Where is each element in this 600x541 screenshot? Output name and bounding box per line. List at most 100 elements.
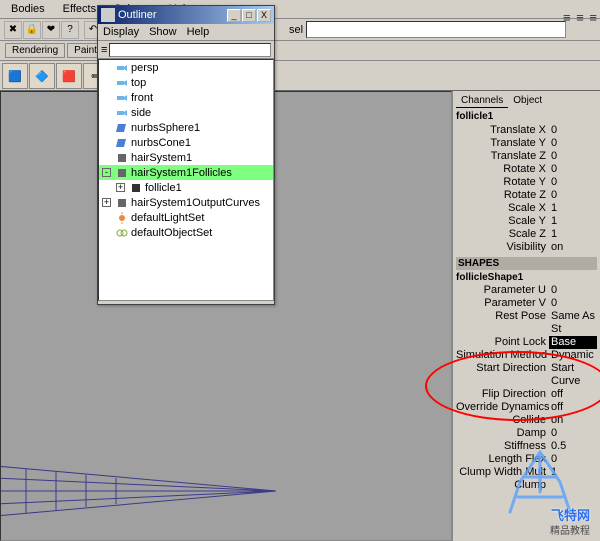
- attr-value[interactable]: Same As St: [549, 310, 597, 336]
- outliner-item-nurbsSphere1[interactable]: nurbsSphere1: [99, 120, 273, 135]
- attr-scale-y[interactable]: Scale Y1: [456, 215, 597, 228]
- attr-translate-y[interactable]: Translate Y0: [456, 137, 597, 150]
- attr-value[interactable]: 0: [549, 189, 597, 202]
- follicle-icon: [129, 181, 143, 195]
- menu-bodies[interactable]: Bodies: [8, 2, 48, 16]
- attr-simulation-method[interactable]: Simulation MethodDynamic: [456, 349, 597, 362]
- expand-icon[interactable]: +: [116, 183, 125, 192]
- outliner-item-front[interactable]: front: [99, 90, 273, 105]
- attr-start-direction[interactable]: Start DirectionStart Curve: [456, 362, 597, 388]
- tool-btn[interactable]: ❤: [42, 21, 60, 39]
- attr-stiffness[interactable]: Stiffness0.5: [456, 440, 597, 453]
- shape-name[interactable]: follicleShape1: [456, 272, 597, 283]
- attr-translate-z[interactable]: Translate Z0: [456, 150, 597, 163]
- expand-icon[interactable]: -: [102, 168, 111, 177]
- attr-label: Clump: [456, 479, 549, 492]
- filter-input[interactable]: [109, 43, 271, 57]
- attr-value[interactable]: 0: [549, 150, 597, 163]
- attr-value[interactable]: 0: [549, 284, 597, 297]
- attr-value[interactable]: 0: [549, 124, 597, 137]
- attr-collide[interactable]: Collideon: [456, 414, 597, 427]
- menu-effects[interactable]: Effects: [60, 2, 99, 16]
- attr-value[interactable]: on: [549, 414, 597, 427]
- shelf-icon[interactable]: 🟥: [56, 63, 82, 89]
- node-name[interactable]: follicle1: [456, 111, 597, 122]
- attr-value[interactable]: 0: [549, 176, 597, 189]
- attr-value[interactable]: 1: [549, 202, 597, 215]
- attr-rest-pose[interactable]: Rest PoseSame As St: [456, 310, 597, 336]
- attr-rotate-z[interactable]: Rotate Z0: [456, 189, 597, 202]
- outliner-titlebar[interactable]: Outliner _ □ X: [98, 6, 274, 24]
- tool-btn[interactable]: ✖: [4, 21, 22, 39]
- menu-display[interactable]: Display: [103, 26, 139, 38]
- attr-rotate-x[interactable]: Rotate X0: [456, 163, 597, 176]
- tool-btn[interactable]: 🔒: [23, 21, 41, 39]
- attr-value[interactable]: Dynamic: [549, 349, 597, 362]
- attr-value[interactable]: 0: [549, 297, 597, 310]
- attr-scale-x[interactable]: Scale X1: [456, 202, 597, 215]
- attr-label: Translate X: [456, 124, 549, 137]
- attr-damp[interactable]: Damp0: [456, 427, 597, 440]
- shelf-tab-rendering[interactable]: Rendering: [5, 43, 65, 58]
- shelf-icon[interactable]: 🟦: [2, 63, 28, 89]
- channel-box: Channels Object follicle1 Translate X0Tr…: [452, 91, 600, 541]
- attr-translate-x[interactable]: Translate X0: [456, 124, 597, 137]
- outliner-item-defaultObjectSet[interactable]: defaultObjectSet: [99, 225, 273, 240]
- light-icon: [115, 211, 129, 225]
- outliner-item-nurbsCone1[interactable]: nurbsCone1: [99, 135, 273, 150]
- attr-flip-direction[interactable]: Flip Directionoff: [456, 388, 597, 401]
- outliner-item-persp[interactable]: persp: [99, 60, 273, 75]
- mesh-icon: [115, 151, 129, 165]
- menu-show[interactable]: Show: [149, 26, 177, 38]
- attr-value[interactable]: 0: [549, 163, 597, 176]
- outliner-item-top[interactable]: top: [99, 75, 273, 90]
- outliner-item-defaultLightSet[interactable]: defaultLightSet: [99, 210, 273, 225]
- attr-value[interactable]: 1: [549, 215, 597, 228]
- item-label: follicle1: [145, 182, 182, 194]
- selection-input[interactable]: [306, 21, 566, 38]
- attr-point-lock[interactable]: Point LockBase: [456, 336, 597, 349]
- outliner-window: Outliner _ □ X Display Show Help ≡ persp…: [97, 5, 275, 305]
- tool-btn[interactable]: ?: [61, 21, 79, 39]
- item-label: nurbsSphere1: [131, 122, 200, 134]
- attr-value[interactable]: Base: [549, 336, 597, 349]
- filter-icon[interactable]: ≡: [101, 44, 107, 56]
- close-button[interactable]: X: [257, 9, 271, 22]
- tab-channels[interactable]: Channels: [456, 94, 508, 108]
- outliner-item-hairSystem1[interactable]: hairSystem1: [99, 150, 273, 165]
- attr-parameter-v[interactable]: Parameter V0: [456, 297, 597, 310]
- attr-parameter-u[interactable]: Parameter U0: [456, 284, 597, 297]
- attr-value[interactable]: on: [549, 241, 597, 254]
- outliner-item-follicle1[interactable]: + follicle1: [99, 180, 273, 195]
- outliner-item-hairSystem1Follicles[interactable]: -hairSystem1Follicles: [99, 165, 273, 180]
- attr-value[interactable]: 0: [549, 137, 597, 150]
- attr-override-dynamics[interactable]: Override Dynamicsoff: [456, 401, 597, 414]
- shelf-icon[interactable]: 🔷: [29, 63, 55, 89]
- attr-value[interactable]: 0.5: [549, 440, 597, 453]
- attr-value[interactable]: 1: [549, 466, 597, 479]
- tab-object[interactable]: Object: [508, 94, 547, 108]
- minimize-button[interactable]: _: [227, 9, 241, 22]
- attr-scale-z[interactable]: Scale Z1: [456, 228, 597, 241]
- panel-toggle-icons[interactable]: ≡ ≡ ≡: [563, 10, 598, 25]
- maximize-button[interactable]: □: [242, 9, 256, 22]
- attr-value[interactable]: 1: [549, 228, 597, 241]
- attr-label: Scale Y: [456, 215, 549, 228]
- attr-value[interactable]: 0: [549, 453, 597, 466]
- attr-label: Start Direction: [456, 362, 549, 388]
- attr-clump[interactable]: Clump: [456, 479, 597, 492]
- attr-value[interactable]: off: [549, 388, 597, 401]
- expand-icon[interactable]: +: [102, 198, 111, 207]
- attr-clump-width-mult[interactable]: Clump Width Mult1: [456, 466, 597, 479]
- attr-value[interactable]: off: [549, 401, 597, 414]
- attr-visibility[interactable]: Visibilityon: [456, 241, 597, 254]
- attr-value[interactable]: 0: [549, 427, 597, 440]
- attr-rotate-y[interactable]: Rotate Y0: [456, 176, 597, 189]
- outliner-item-side[interactable]: side: [99, 105, 273, 120]
- attr-label: Scale Z: [456, 228, 549, 241]
- menu-help[interactable]: Help: [187, 26, 210, 38]
- attr-value[interactable]: [549, 479, 597, 492]
- attr-value[interactable]: Start Curve: [549, 362, 597, 388]
- outliner-item-hairSystem1OutputCurves[interactable]: +hairSystem1OutputCurves: [99, 195, 273, 210]
- attr-length-flex[interactable]: Length Flex0: [456, 453, 597, 466]
